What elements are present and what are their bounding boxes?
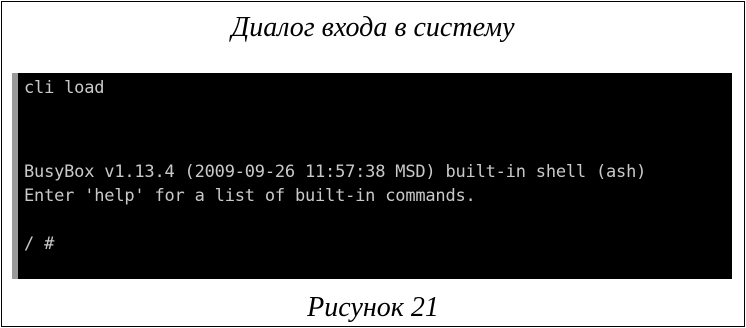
figure-frame: Диалог входа в систему cli load BusyBox … [1, 1, 745, 327]
terminal-line-help-hint: Enter 'help' for a list of built-in comm… [24, 186, 476, 206]
terminal-window[interactable]: cli load BusyBox v1.13.4 (2009-09-26 11:… [12, 73, 732, 279]
figure-caption: Рисунок 21 [307, 292, 439, 323]
terminal-line-cli-load: cli load [24, 78, 105, 98]
terminal-prompt[interactable]: / # [24, 233, 54, 255]
figure-title: Диалог входа в систему [231, 12, 515, 43]
terminal-line-busybox-banner: BusyBox v1.13.4 (2009-09-26 11:57:38 MSD… [24, 162, 647, 182]
